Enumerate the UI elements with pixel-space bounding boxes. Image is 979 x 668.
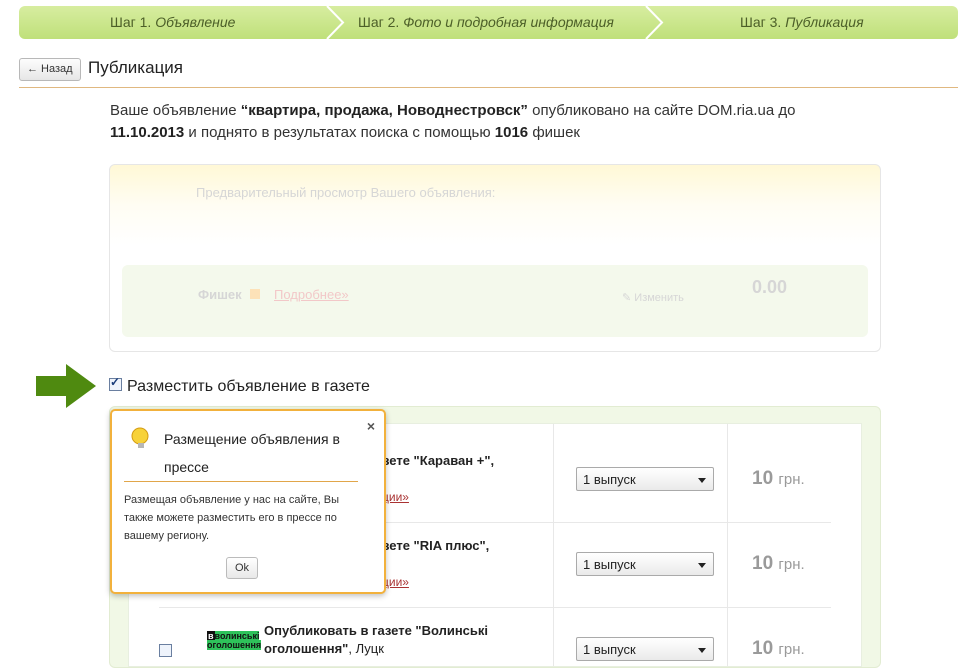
steps-bar: Шаг 1. Объявление Шаг 2. Фото и подробна…	[19, 6, 958, 39]
tooltip-text: Размещая объявление у нас на сайте, Вы т…	[124, 494, 339, 542]
newspaper-price: 10 грн.	[752, 553, 805, 574]
newspaper-option[interactable]: Разместить объявление в газете	[109, 375, 370, 396]
back-button[interactable]: ← Назад	[19, 58, 81, 81]
newspaper-title: зете "RIA плюс",	[383, 538, 490, 553]
newspaper-price: 10 грн.	[752, 468, 805, 489]
issues-select[interactable]: 1 выпуск	[576, 637, 714, 661]
page-title: Публикация	[88, 58, 184, 77]
newspaper-more-link[interactable]: ции»	[382, 490, 409, 504]
arrow-right-icon	[36, 364, 96, 408]
newspaper-more-link[interactable]: ции»	[382, 575, 409, 589]
newspaper-title: зете "Караван +",	[383, 453, 495, 468]
row-divider	[159, 607, 831, 608]
header-divider	[19, 87, 958, 88]
newspaper-checkbox[interactable]	[109, 375, 122, 392]
ad-name: “квартира, продажа, Новоднестровск”	[240, 102, 528, 119]
preview-heading: Предварительный просмотр Вашего объявлен…	[196, 185, 496, 200]
preview-more-link[interactable]: Подробнее»	[274, 287, 349, 302]
step-separator-icon	[326, 6, 345, 39]
issues-select[interactable]: 1 выпуск	[576, 467, 714, 491]
ok-button[interactable]: Ok	[226, 557, 258, 579]
tooltip-heading: Размещение объявления в прессе	[164, 431, 340, 475]
chips-count: 1016	[494, 124, 529, 141]
newspaper-checkbox-label: Разместить объявление в газете	[127, 378, 370, 395]
newspaper-logo: вволинські оголошення	[207, 631, 262, 650]
preview-chips-label: Фишек	[198, 287, 242, 302]
newspaper-price: 10 грн.	[752, 638, 805, 659]
step-3[interactable]: Шаг 3. Публикация	[740, 6, 864, 39]
expiry-date: 11.10.2013	[110, 124, 185, 141]
step-2[interactable]: Шаг 2. Фото и подробная информация	[358, 6, 614, 39]
preview-amount: 0.00	[752, 277, 788, 297]
preview-inner: Фишек Подробнее» ✎ Изменить 0.00	[122, 265, 868, 337]
column-divider	[727, 424, 728, 666]
info-tooltip: × Размещение объявления в прессе Размеща…	[110, 409, 386, 594]
column-divider	[553, 424, 554, 666]
chevron-down-icon	[698, 478, 706, 483]
newspaper-title: Опубликовать в газете "Волинські оголоше…	[264, 623, 489, 656]
chip-icon	[250, 289, 260, 299]
newspaper-row-checkbox[interactable]	[159, 644, 172, 658]
tooltip-divider	[124, 481, 358, 482]
chevron-down-icon	[698, 563, 706, 568]
publish-summary: Ваше объявление “квартира, продажа, Ново…	[110, 102, 796, 141]
step-1[interactable]: Шаг 1. Объявление	[110, 6, 235, 39]
chevron-down-icon	[698, 648, 706, 653]
lightbulb-icon	[131, 427, 149, 448]
ad-preview-box: Предварительный просмотр Вашего объявлен…	[109, 164, 881, 352]
close-icon[interactable]: ×	[367, 418, 375, 434]
step-separator-icon	[645, 6, 664, 39]
issues-select[interactable]: 1 выпуск	[576, 552, 714, 576]
preview-edit-link[interactable]: ✎ Изменить	[622, 291, 684, 304]
